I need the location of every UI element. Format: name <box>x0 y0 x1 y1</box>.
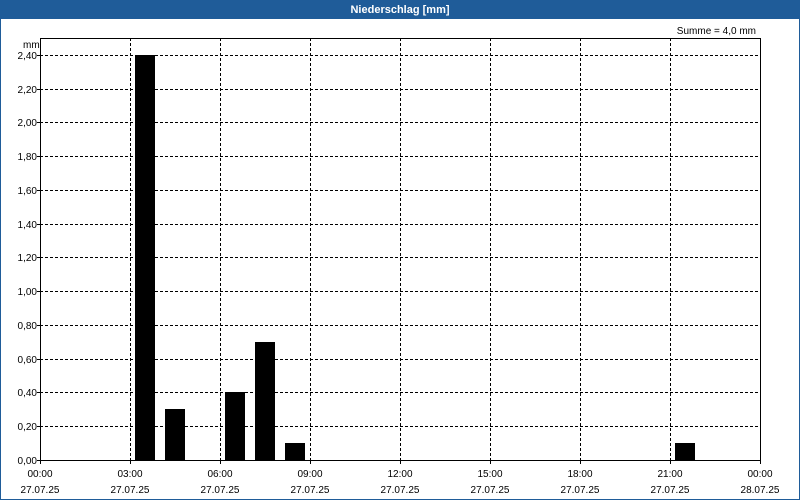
x-tick-time-label: 12:00 <box>387 469 412 480</box>
precipitation-bar <box>135 55 155 460</box>
x-tick-time-label: 03:00 <box>117 469 142 480</box>
y-tick-label: 0,00 <box>18 456 38 467</box>
x-tick-time-label: 18:00 <box>567 469 592 480</box>
precipitation-bar <box>255 342 275 460</box>
y-tick-label: 2,20 <box>18 85 38 96</box>
sum-annotation: Summe = 4,0 mm <box>677 26 756 37</box>
x-tick-date-label: 27.07.25 <box>291 485 330 496</box>
y-axis-ticks: 0,00 0,20 0,40 0,60 0,80 1,00 1,20 1,40 1,60 1,80… <box>18 51 40 467</box>
x-tick-time-label: 00:00 <box>747 469 772 480</box>
y-tick-label: 1,60 <box>18 186 38 197</box>
precipitation-bar <box>675 443 695 460</box>
precipitation-bar <box>285 443 305 460</box>
x-tick-date-label: 27.07.25 <box>651 485 690 496</box>
x-tick-date-label: 27.07.25 <box>561 485 600 496</box>
precipitation-chart: 0,00 0,20 0,40 0,60 0,80 1,00 1,20 1,40 1,60 1,80… <box>18 26 780 496</box>
precipitation-bar <box>165 409 185 460</box>
x-axis-ticks: 00:00 27.07.25 03:00 27.07.25 06:00 27.07.25 0… <box>21 460 780 496</box>
x-tick-date-label: 28.07.25 <box>741 485 780 496</box>
y-tick-label: 2,40 <box>18 51 38 62</box>
x-tick-time-label: 09:00 <box>297 469 322 480</box>
x-tick-time-label: 15:00 <box>477 469 502 480</box>
y-tick-label: 0,40 <box>18 388 38 399</box>
precipitation-bar <box>225 392 245 460</box>
x-tick-date-label: 27.07.25 <box>21 485 60 496</box>
y-tick-label: 1,80 <box>18 152 38 163</box>
y-tick-label: 0,20 <box>18 422 38 433</box>
x-tick-time-label: 21:00 <box>657 469 682 480</box>
x-tick-date-label: 27.07.25 <box>381 485 420 496</box>
x-tick-time-label: 00:00 <box>27 469 52 480</box>
y-axis-label: mm <box>23 40 40 51</box>
x-tick-date-label: 27.07.25 <box>201 485 240 496</box>
x-tick-date-label: 27.07.25 <box>111 485 150 496</box>
x-tick-time-label: 06:00 <box>207 469 232 480</box>
y-tick-label: 1,20 <box>18 253 38 264</box>
y-tick-label: 0,80 <box>18 321 38 332</box>
y-tick-label: 2,00 <box>18 118 38 129</box>
y-tick-label: 1,40 <box>18 220 38 231</box>
y-tick-label: 0,60 <box>18 355 38 366</box>
x-tick-date-label: 27.07.25 <box>471 485 510 496</box>
y-tick-label: 1,00 <box>18 287 38 298</box>
